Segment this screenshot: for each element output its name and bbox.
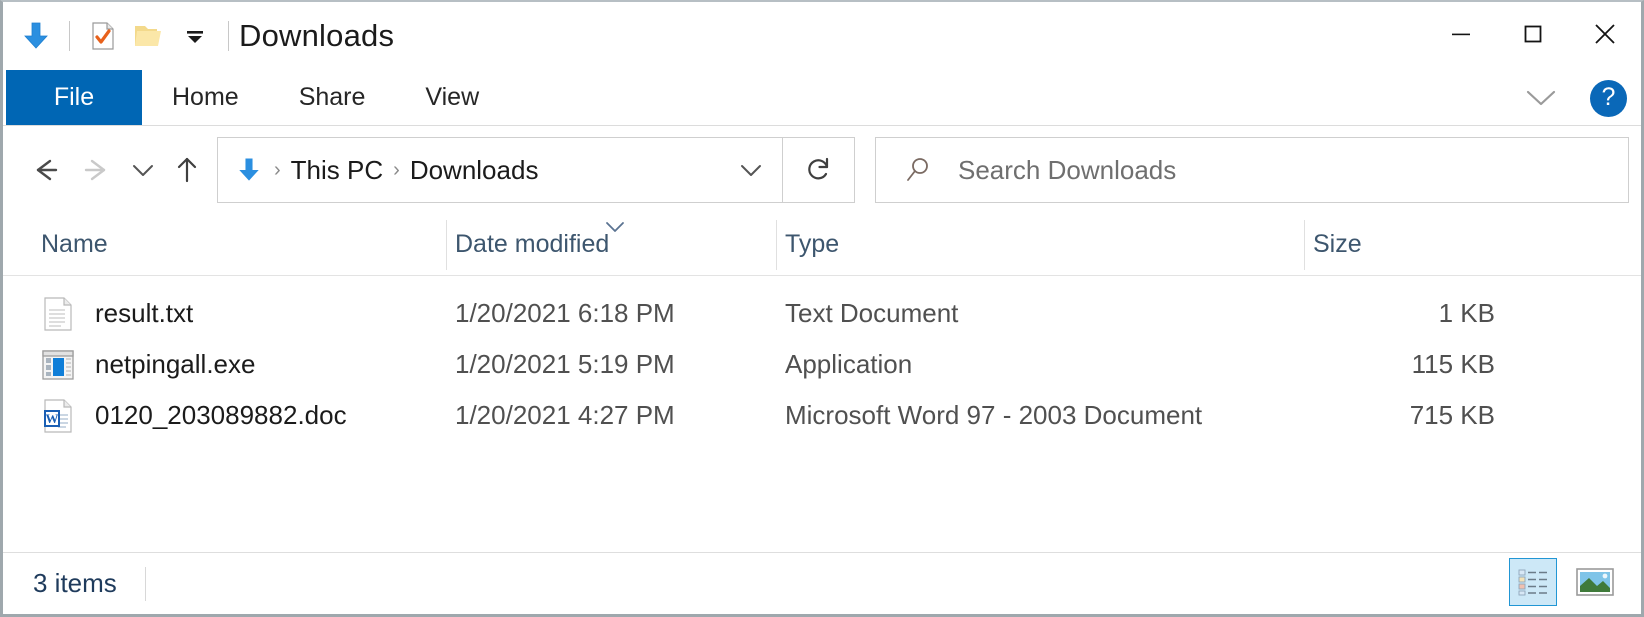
breadcrumb-downloads[interactable]: Downloads bbox=[404, 155, 545, 186]
column-header-size-label: Size bbox=[1313, 230, 1362, 259]
column-header-name[interactable]: Name bbox=[3, 214, 447, 276]
status-bar: 3 items bbox=[3, 552, 1641, 614]
sort-descending-icon bbox=[602, 213, 628, 242]
address-bar[interactable]: › This PC › Downloads bbox=[217, 137, 783, 203]
application-file-icon bbox=[41, 348, 75, 382]
search-box[interactable]: Search Downloads bbox=[875, 137, 1629, 203]
breadcrumb-separator-2: › bbox=[389, 159, 404, 182]
customize-qat-icon[interactable] bbox=[172, 13, 218, 59]
file-type-cell: Microsoft Word 97 - 2003 Document bbox=[777, 400, 1305, 431]
file-name-cell: W 0120_203089882.doc bbox=[3, 399, 447, 433]
tab-view[interactable]: View bbox=[395, 70, 509, 125]
help-button[interactable]: ? bbox=[1590, 80, 1627, 117]
status-divider bbox=[145, 567, 146, 601]
title-divider bbox=[228, 21, 229, 51]
breadcrumb-separator-1: › bbox=[270, 159, 285, 182]
item-count-label: 3 items bbox=[33, 568, 117, 599]
table-row[interactable]: result.txt 1/20/2021 6:18 PM Text Docume… bbox=[3, 288, 1641, 339]
view-mode-buttons bbox=[1509, 558, 1619, 606]
new-folder-icon[interactable] bbox=[126, 13, 172, 59]
column-header-name-label: Name bbox=[41, 230, 108, 259]
chevron-down-icon[interactable] bbox=[1514, 81, 1568, 115]
forward-button[interactable] bbox=[71, 139, 121, 201]
downloads-arrow-icon[interactable] bbox=[13, 13, 59, 59]
file-name-label: 0120_203089882.doc bbox=[95, 400, 347, 431]
qat-divider bbox=[69, 21, 70, 51]
refresh-button[interactable] bbox=[783, 137, 855, 203]
column-header-row: Name Date modified Type Size bbox=[3, 214, 1641, 276]
window-title: Downloads bbox=[239, 18, 394, 54]
details-view-button[interactable] bbox=[1509, 558, 1557, 606]
ribbon-right-controls: ? bbox=[1514, 70, 1627, 126]
tab-file[interactable]: File bbox=[6, 70, 142, 125]
column-header-date-modified[interactable]: Date modified bbox=[447, 214, 777, 276]
column-header-size[interactable]: Size bbox=[1305, 214, 1505, 276]
file-name-label: result.txt bbox=[95, 298, 193, 329]
word-file-icon: W bbox=[41, 399, 75, 433]
maximize-button[interactable] bbox=[1497, 2, 1569, 66]
file-list: result.txt 1/20/2021 6:18 PM Text Docume… bbox=[3, 276, 1641, 441]
text-file-icon bbox=[41, 297, 75, 331]
file-name-cell: result.txt bbox=[3, 297, 447, 331]
search-icon bbox=[902, 154, 934, 186]
file-type-cell: Text Document bbox=[777, 298, 1305, 329]
tab-share[interactable]: Share bbox=[269, 70, 396, 125]
recent-locations-button[interactable] bbox=[121, 139, 165, 201]
properties-icon[interactable] bbox=[80, 13, 126, 59]
column-header-date-label: Date modified bbox=[455, 230, 609, 259]
minimize-button[interactable] bbox=[1425, 2, 1497, 66]
breadcrumb-this-pc[interactable]: This PC bbox=[285, 155, 389, 186]
table-row[interactable]: W 0120_203089882.doc 1/20/2021 4:27 PM M… bbox=[3, 390, 1641, 441]
tab-home[interactable]: Home bbox=[142, 70, 269, 125]
search-input[interactable]: Search Downloads bbox=[958, 155, 1176, 186]
up-button[interactable] bbox=[165, 139, 209, 201]
downloads-folder-icon bbox=[234, 155, 264, 185]
file-size-cell: 1 KB bbox=[1305, 298, 1495, 329]
large-icons-view-button[interactable] bbox=[1571, 558, 1619, 606]
file-type-cell: Application bbox=[777, 349, 1305, 380]
svg-text:W: W bbox=[46, 411, 59, 426]
quick-access-toolbar: Downloads bbox=[3, 13, 394, 59]
file-name-cell: netpingall.exe bbox=[3, 348, 447, 382]
file-date-cell: 1/20/2021 4:27 PM bbox=[447, 400, 777, 431]
file-date-cell: 1/20/2021 6:18 PM bbox=[447, 298, 777, 329]
title-bar: Downloads bbox=[3, 2, 1641, 70]
file-size-cell: 115 KB bbox=[1305, 349, 1495, 380]
file-name-label: netpingall.exe bbox=[95, 349, 255, 380]
column-header-type-label: Type bbox=[785, 230, 839, 259]
back-button[interactable] bbox=[21, 139, 71, 201]
navigation-bar: › This PC › Downloads Se bbox=[3, 126, 1641, 214]
file-size-cell: 715 KB bbox=[1305, 400, 1495, 431]
window-controls bbox=[1425, 2, 1641, 66]
file-explorer-window: Downloads File Home Share Vie bbox=[0, 0, 1644, 617]
file-date-cell: 1/20/2021 5:19 PM bbox=[447, 349, 777, 380]
ribbon-tab-bar: File Home Share View ? bbox=[3, 70, 1641, 126]
address-dropdown-icon[interactable] bbox=[728, 158, 774, 182]
close-button[interactable] bbox=[1569, 2, 1641, 66]
column-header-type[interactable]: Type bbox=[777, 214, 1305, 276]
table-row[interactable]: netpingall.exe 1/20/2021 5:19 PM Applica… bbox=[3, 339, 1641, 390]
